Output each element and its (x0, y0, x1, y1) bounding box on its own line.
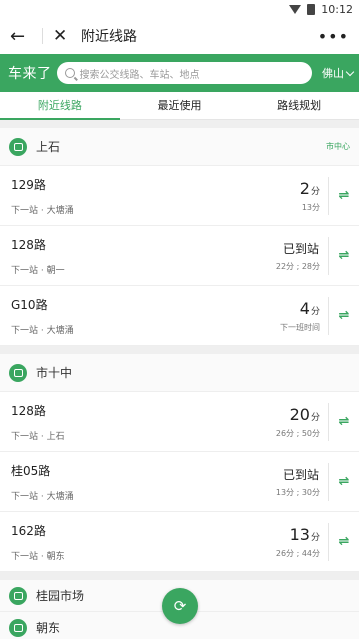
tab-recent[interactable]: 最近使用 (120, 92, 240, 119)
wifi-icon (289, 4, 302, 14)
bus-stop-icon (9, 618, 27, 637)
status-bar: 10:12 (0, 0, 359, 18)
route-row[interactable]: 桂05路下一站 · 大塘涌 已到站 13分 ; 30分 ⇌ (0, 452, 359, 512)
tab-route-plan[interactable]: 路线规划 (239, 92, 359, 119)
nav-divider (42, 28, 43, 44)
stop-name: 朝东 (36, 621, 61, 635)
bus-stop-icon (9, 586, 27, 605)
eta: 已到站 (282, 467, 319, 482)
nav-bar: ← ✕ 附近线路 ••• (0, 18, 359, 54)
chevron-down-icon (345, 67, 355, 76)
route-name: 128路 (11, 237, 46, 252)
swap-direction-icon[interactable]: ⇌ (329, 308, 359, 323)
route-name: 桂05路 (11, 463, 51, 478)
tab-bar: 附近线路 最近使用 路线规划 (0, 92, 359, 120)
city-selector[interactable]: 佛山 (322, 65, 355, 81)
eta: 已到站 (282, 241, 319, 256)
eta: 13分 (289, 524, 320, 544)
route-name: 162路 (11, 523, 46, 538)
eta: 4分 (299, 298, 320, 318)
route-name: 129路 (11, 177, 46, 192)
refresh-icon: ⟳ (173, 597, 187, 615)
swap-direction-icon[interactable]: ⇌ (329, 414, 359, 429)
swap-direction-icon[interactable]: ⇌ (329, 534, 359, 549)
tab-nearby[interactable]: 附近线路 (0, 92, 120, 120)
swap-direction-icon[interactable]: ⇌ (329, 188, 359, 203)
back-arrow-icon[interactable]: ← (10, 26, 28, 47)
route-row[interactable]: 129路下一站 · 大塘涌 2分 13分 ⇌ (0, 166, 359, 226)
eta: 2分 (299, 178, 320, 198)
eta-sub: 13分 (301, 202, 320, 212)
stop-header[interactable]: 市十中 (0, 354, 359, 392)
app-logo: 车来了 (8, 66, 52, 82)
eta-sub: 下一班时间 (280, 322, 320, 332)
search-bar: 车来了 搜索公交线路、车站、地点 佛山 (0, 54, 359, 92)
route-name: G10路 (11, 297, 48, 312)
next-stop: 下一站 · 朝一 (11, 265, 65, 276)
city-label: 佛山 (322, 67, 344, 80)
search-icon (64, 68, 75, 78)
refresh-button[interactable]: ⟳ (162, 588, 198, 624)
next-stop: 下一站 · 大塘涌 (11, 491, 74, 502)
search-input[interactable]: 搜索公交线路、车站、地点 (56, 62, 312, 84)
stop-tag: 市中心 (326, 142, 350, 151)
page-title: 附近线路 (81, 29, 137, 45)
search-placeholder: 搜索公交线路、车站、地点 (79, 69, 200, 81)
swap-direction-icon[interactable]: ⇌ (329, 248, 359, 263)
stop-name: 上石 (36, 140, 61, 154)
route-row[interactable]: 128路下一站 · 上石 20分 26分 ; 50分 ⇌ (0, 392, 359, 452)
battery-icon (307, 3, 316, 15)
stop-group: 市十中 128路 下一站 · 上石 20分 26分 ; 50分 ⇌ 桂05路 下一站 … (0, 354, 359, 572)
eta: 20分 (289, 404, 320, 424)
more-icon[interactable]: ••• (318, 27, 349, 46)
bus-stop-icon (9, 137, 27, 156)
next-stop: 下一站 · 大塘涌 (11, 325, 74, 336)
route-row[interactable]: 128路下一站 · 朝一 已到站 22分 ; 28分 ⇌ (0, 226, 359, 286)
eta-sub: 26分 ; 44分 (275, 548, 320, 558)
close-icon[interactable]: ✕ (53, 26, 71, 46)
route-row[interactable]: 162路下一站 · 朝东 13分 26分 ; 44分 ⇌ (0, 512, 359, 572)
stop-name: 市十中 (36, 366, 73, 380)
stop-header[interactable]: 上石 市中心 (0, 128, 359, 166)
eta-sub: 13分 ; 30分 (275, 487, 320, 497)
swap-direction-icon[interactable]: ⇌ (329, 474, 359, 489)
next-stop: 下一站 · 朝东 (11, 551, 65, 562)
status-time: 10:12 (321, 2, 353, 16)
route-row[interactable]: G10路下一站 · 大塘涌 4分下一班时间 ⇌ (0, 286, 359, 346)
eta-sub: 26分 ; 50分 (275, 428, 320, 438)
next-stop: 下一站 · 大塘涌 (11, 205, 74, 216)
bus-stop-icon (9, 363, 27, 382)
route-name: 128路 (11, 403, 46, 418)
next-stop: 下一站 · 上石 (11, 431, 65, 442)
stop-group: 上石 市中心 129路下一站 · 大塘涌 2分 13分 ⇌ 128路下一站 · 朝… (0, 128, 359, 346)
eta-sub: 22分 ; 28分 (275, 261, 320, 271)
